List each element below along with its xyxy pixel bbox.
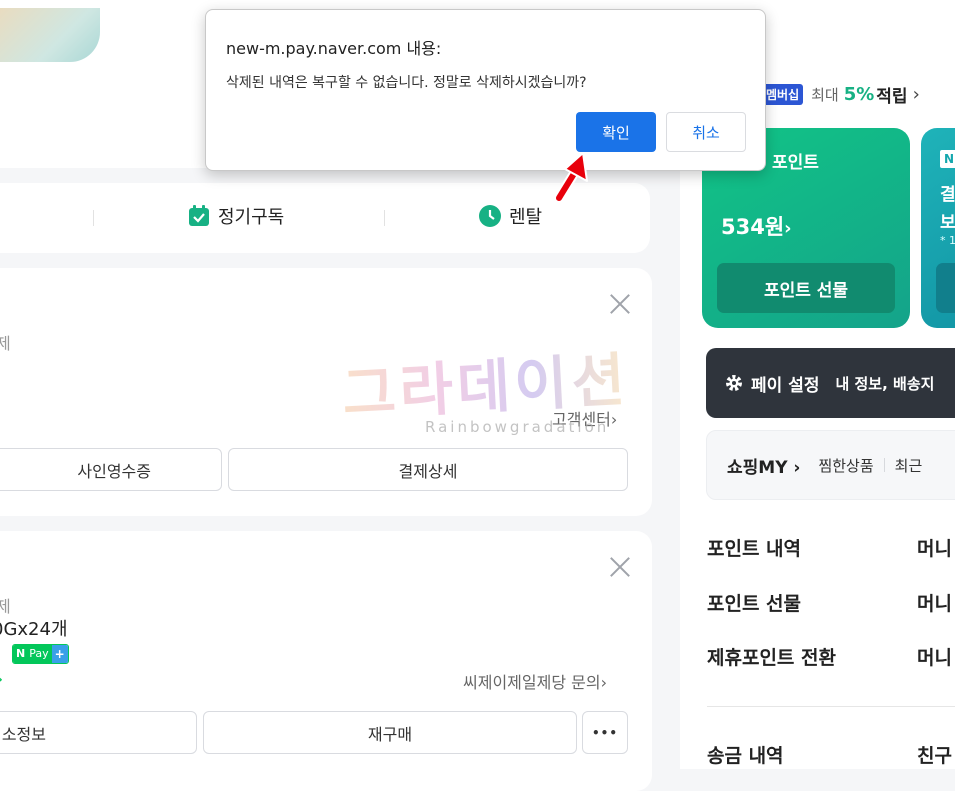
point-gift-link[interactable]: 포인트 선물 (707, 589, 801, 616)
tab-divider (384, 210, 385, 226)
tab-subscription[interactable]: 정기구독 (188, 203, 284, 229)
order-status: 제 (0, 597, 11, 616)
friend-link[interactable]: 친구 (917, 741, 952, 768)
receipt-button[interactable]: 사인영수증 (0, 448, 222, 491)
tab-rental[interactable]: 렌탈 (479, 203, 542, 229)
tab-rental-label: 렌탈 (509, 207, 543, 228)
transfer-history-link[interactable]: 송금 내역 (707, 741, 784, 768)
payment-detail-button[interactable]: 결제상세 (228, 448, 628, 491)
confirm-dialog: new-m.pay.naver.com 내용: 삭제된 내역은 복구할 수 없습… (205, 9, 766, 171)
recent-link[interactable]: 최근 (895, 455, 923, 476)
ok-button[interactable]: 확인 (576, 112, 656, 152)
plus-icon: + (51, 645, 68, 663)
money-link[interactable]: 머니 (917, 589, 952, 616)
delete-order-button[interactable] (609, 293, 631, 315)
money-link[interactable]: 머니 (917, 534, 952, 561)
more-icon: ••• (591, 725, 618, 740)
calendar-check-icon (188, 205, 210, 227)
order-card: 제 0Gx24개 N Pay + › 씨제이제일제당 문의› 소정보 재구매 •… (0, 531, 652, 791)
top-strip (0, 0, 955, 8)
naver-n-icon: N (940, 150, 955, 168)
delete-order-button[interactable] (609, 556, 631, 578)
shopping-my-bar: 쇼핑MY › 찜한상품 최근 (706, 430, 955, 500)
red-arrow-icon (553, 150, 593, 205)
gear-icon (724, 373, 744, 393)
membership-badge: 멤버십 (762, 84, 804, 105)
chevron-right-icon: › (600, 673, 607, 692)
tab-divider (93, 210, 94, 226)
point-title: 포인트 (772, 153, 819, 173)
point-gift-button[interactable]: 포인트 선물 (717, 263, 895, 313)
cancel-button[interactable]: 취소 (666, 112, 746, 152)
menu-divider (707, 706, 955, 707)
seller-inquiry-link[interactable]: 씨제이제일제당 문의› (463, 669, 607, 693)
watermark-text: 그라데이션 (340, 333, 631, 432)
clock-icon (479, 205, 501, 227)
tab-subscription-label: 정기구독 (218, 207, 285, 228)
reorder-button[interactable]: 재구매 (203, 711, 577, 754)
banner-thumbnail (0, 8, 100, 62)
partner-point-link[interactable]: 제휴포인트 전환 (707, 643, 836, 670)
product-name: 0Gx24개 (0, 619, 68, 640)
wishlist-link[interactable]: 찜한상품 (818, 455, 873, 476)
money-link[interactable]: 머니 (917, 643, 952, 670)
chevron-right-icon: › (787, 457, 801, 478)
chevron-right-icon[interactable]: › (0, 669, 3, 690)
shopping-divider (883, 458, 885, 472)
shopping-my-link[interactable]: 쇼핑MY › (727, 453, 800, 478)
chevron-right-icon: › (912, 84, 920, 105)
pay-settings-bar[interactable]: 페이 설정 내 정보, 배송지 (706, 348, 955, 418)
naver-n-icon: N (13, 645, 29, 663)
naver-pay-plus-badge: N Pay + (12, 644, 69, 664)
side-promo-card[interactable]: N 결 보 * 1 (921, 128, 955, 328)
membership-banner[interactable]: 멤버십 최대 5% 적립 › (762, 82, 920, 107)
side-card-button[interactable] (936, 263, 955, 313)
chevron-right-icon: › (784, 218, 792, 239)
watermark-subtext: Rainbowgradation (425, 418, 610, 436)
delivery-info-button[interactable]: 소정보 (0, 711, 197, 754)
order-status: 제 (0, 334, 11, 353)
dialog-message: 삭제된 내역은 복구할 수 없습니다. 정말로 삭제하시겠습니까? (226, 75, 587, 91)
point-amount[interactable]: 534원› (721, 211, 792, 241)
dialog-title: new-m.pay.naver.com 내용: (226, 39, 442, 58)
more-options-button[interactable]: ••• (582, 711, 628, 754)
point-history-link[interactable]: 포인트 내역 (707, 534, 801, 561)
